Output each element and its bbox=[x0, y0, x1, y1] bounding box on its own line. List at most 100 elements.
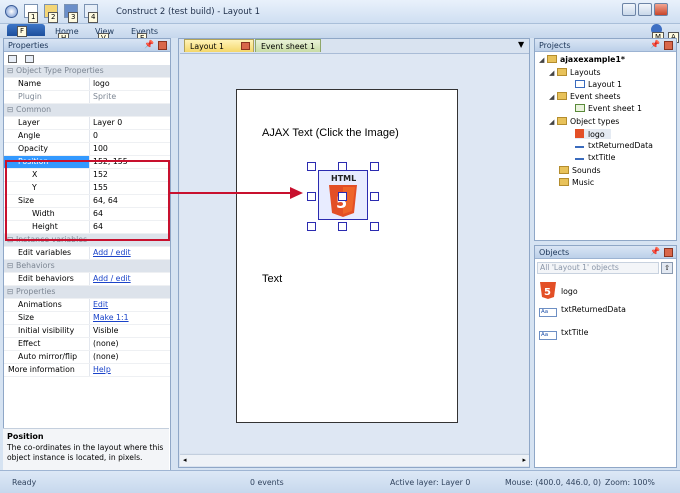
scroll-right-icon[interactable]: ▸ bbox=[522, 456, 526, 464]
ajax-text-object[interactable]: AJAX Text (Click the Image) bbox=[262, 127, 399, 139]
resize-handle-br[interactable] bbox=[370, 222, 379, 231]
row-name[interactable]: Name logo bbox=[4, 78, 170, 91]
tree-root[interactable]: ◢ ajaxexample1* bbox=[539, 55, 625, 64]
tree-event-sheet-1[interactable]: Event sheet 1 bbox=[575, 104, 642, 113]
section-behaviors[interactable]: ⊟ Behaviors bbox=[4, 260, 170, 273]
maximize-button[interactable] bbox=[638, 3, 652, 16]
tree-txt-title[interactable]: txtTitle bbox=[575, 153, 615, 162]
row-initial-visibility[interactable]: Initial visibility Visible bbox=[4, 325, 170, 338]
resize-handle-mr[interactable] bbox=[370, 192, 379, 201]
resize-handle-bl[interactable] bbox=[307, 222, 316, 231]
status-ready: Ready bbox=[12, 478, 37, 487]
projects-pin-icon[interactable]: 📌 bbox=[650, 40, 660, 49]
add-edit-variables-link[interactable]: Add / edit bbox=[90, 247, 170, 259]
row-size-1to1[interactable]: Size Make 1:1 bbox=[4, 312, 170, 325]
text-small-icon bbox=[575, 155, 584, 160]
html5-small-icon bbox=[575, 129, 584, 138]
tree-logo[interactable]: logo bbox=[575, 129, 611, 139]
row-angle[interactable]: Angle 0 bbox=[4, 130, 170, 143]
resize-handle-ml[interactable] bbox=[307, 192, 316, 201]
status-events: 0 events bbox=[250, 478, 284, 487]
highlight-box bbox=[5, 160, 170, 241]
help-link[interactable]: Help bbox=[90, 364, 170, 376]
resize-handle-tr[interactable] bbox=[370, 162, 379, 171]
tree-txt-returned[interactable]: txtReturnedData bbox=[575, 141, 653, 150]
layout-page[interactable] bbox=[236, 89, 458, 423]
row-more-info[interactable]: More information Help bbox=[4, 364, 170, 377]
keytip-2: 2 bbox=[48, 12, 59, 23]
pin-icon[interactable]: 📌 bbox=[144, 40, 154, 49]
row-layer[interactable]: Layer Layer 0 bbox=[4, 117, 170, 130]
scroll-left-icon[interactable]: ◂ bbox=[183, 456, 187, 464]
keytip-f: F bbox=[17, 26, 28, 37]
objects-close-icon[interactable] bbox=[664, 248, 673, 257]
section-common[interactable]: ⊟ Common bbox=[4, 104, 170, 117]
projects-close-icon[interactable] bbox=[664, 41, 673, 50]
resize-handle-tl[interactable] bbox=[307, 162, 316, 171]
projects-title: Projects bbox=[539, 41, 571, 50]
text-object[interactable]: Text bbox=[262, 273, 282, 285]
tab-dropdown-icon[interactable]: ▼ bbox=[518, 40, 524, 49]
tree-layouts[interactable]: ◢ Layouts bbox=[549, 68, 601, 77]
app-icon[interactable] bbox=[5, 5, 18, 18]
folder-icon bbox=[559, 166, 569, 174]
row-opacity[interactable]: Opacity 100 bbox=[4, 143, 170, 156]
row-edit-behaviors[interactable]: Edit behaviors Add / edit bbox=[4, 273, 170, 286]
tree-layout-1[interactable]: Layout 1 bbox=[575, 80, 622, 89]
add-edit-behaviors-link[interactable]: Add / edit bbox=[90, 273, 170, 285]
text-small-icon bbox=[575, 143, 584, 148]
tree-object-types[interactable]: ◢ Object types bbox=[549, 117, 619, 126]
objects-panel: Objects 📌 All 'Layout 1' objects ⇧ 5 log… bbox=[534, 245, 677, 468]
description-title: Position bbox=[7, 432, 44, 441]
row-edit-variables[interactable]: Edit variables Add / edit bbox=[4, 247, 170, 260]
object-logo[interactable]: 5 logo bbox=[539, 280, 578, 300]
horizontal-scrollbar[interactable]: ◂ ▸ bbox=[180, 454, 529, 466]
section-properties[interactable]: ⊟ Properties bbox=[4, 286, 170, 299]
status-mouse: Mouse: (400.0, 446.0, 0) bbox=[505, 478, 602, 487]
folder-icon bbox=[557, 117, 567, 125]
tree-music[interactable]: Music bbox=[559, 178, 594, 187]
svg-text:HTML: HTML bbox=[331, 174, 356, 183]
tree-event-sheets[interactable]: ◢ Event sheets bbox=[549, 92, 621, 101]
title-bar: 1 2 3 4 Construct 2 (test build) - Layou… bbox=[0, 0, 680, 24]
projects-panel: Projects 📌 ◢ ajaxexample1* ◢ Layouts Layou… bbox=[534, 38, 677, 241]
sort-alpha-icon[interactable] bbox=[24, 55, 34, 63]
row-plugin: Plugin Sprite bbox=[4, 91, 170, 104]
section-object-type[interactable]: ⊟ Object Type Properties bbox=[4, 65, 170, 78]
categorized-icon[interactable] bbox=[8, 55, 17, 63]
keytip-3: 3 bbox=[68, 12, 79, 23]
properties-panel: Properties 📌 ⊟ Object Type Properties Nam… bbox=[3, 38, 171, 480]
properties-toolbar bbox=[8, 55, 34, 65]
minimize-button[interactable] bbox=[622, 3, 636, 16]
resize-handle-bm[interactable] bbox=[338, 222, 347, 231]
filter-up-icon[interactable]: ⇧ bbox=[661, 262, 673, 274]
row-effect[interactable]: Effect (none) bbox=[4, 338, 170, 351]
row-animations[interactable]: Animations Edit bbox=[4, 299, 170, 312]
object-txt-title[interactable]: Aa txtTitle bbox=[539, 328, 588, 340]
resize-handle-tm[interactable] bbox=[338, 162, 347, 171]
make-1to1-link[interactable]: Make 1:1 bbox=[90, 312, 170, 324]
window-title: Construct 2 (test build) - Layout 1 bbox=[116, 7, 261, 17]
project-folder-icon bbox=[547, 55, 557, 63]
close-button[interactable] bbox=[654, 3, 668, 16]
tree-sounds[interactable]: Sounds bbox=[559, 166, 601, 175]
keytip-4: 4 bbox=[88, 12, 99, 23]
projects-header: Projects 📌 bbox=[535, 39, 676, 52]
objects-pin-icon[interactable]: 📌 bbox=[650, 247, 660, 256]
row-auto-mirror[interactable]: Auto mirror/flip (none) bbox=[4, 351, 170, 364]
properties-header: Properties 📌 bbox=[4, 39, 170, 52]
description-text: The co-ordinates in the layout where thi… bbox=[7, 443, 164, 462]
edit-animations-link[interactable]: Edit bbox=[90, 299, 170, 311]
properties-title: Properties bbox=[8, 41, 49, 50]
objects-filter[interactable]: All 'Layout 1' objects bbox=[537, 262, 659, 274]
text-object-icon: Aa bbox=[539, 308, 557, 317]
folder-icon bbox=[557, 92, 567, 100]
origin-handle[interactable] bbox=[338, 192, 347, 201]
object-txt-returned[interactable]: Aa txtReturnedData bbox=[539, 305, 626, 317]
tab-event-sheet-1[interactable]: Event sheet 1 bbox=[255, 39, 321, 52]
folder-icon bbox=[559, 178, 569, 186]
objects-header: Objects 📌 bbox=[535, 246, 676, 259]
tab-close-icon[interactable] bbox=[241, 42, 250, 50]
tab-layout-1[interactable]: Layout 1 bbox=[184, 39, 254, 52]
properties-close-icon[interactable] bbox=[158, 41, 167, 50]
